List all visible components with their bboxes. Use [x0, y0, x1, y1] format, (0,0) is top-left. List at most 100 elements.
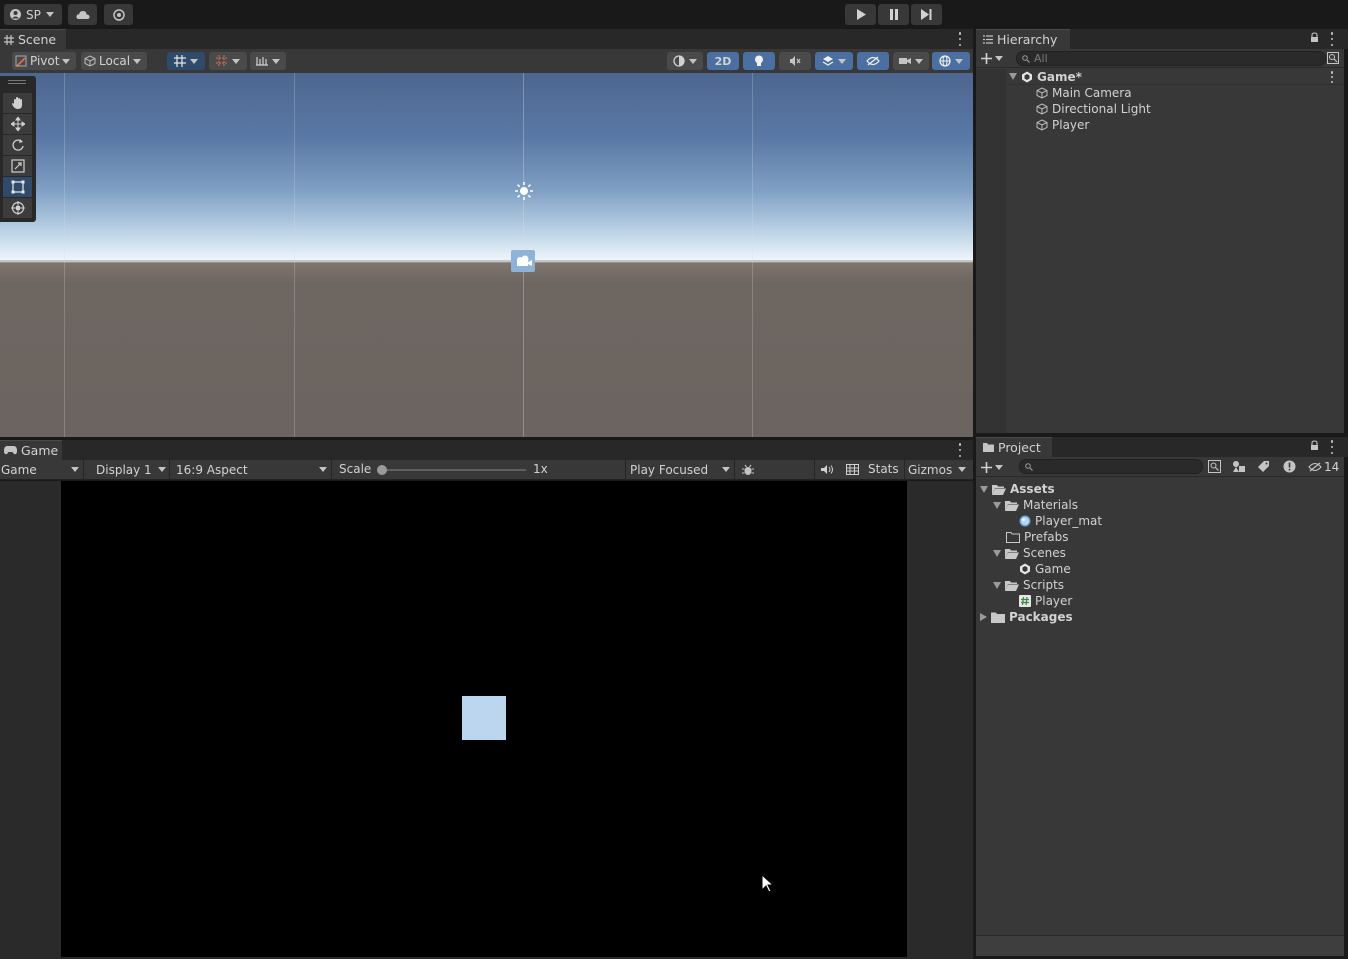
- project-folder-prefabs[interactable]: Prefabs: [1006, 529, 1069, 545]
- game-more-icon[interactable]: [958, 443, 962, 457]
- search-icon: [1025, 462, 1033, 471]
- cloud-button[interactable]: [68, 4, 97, 25]
- hierarchy-item[interactable]: Main Camera: [1036, 85, 1132, 101]
- project-folder-scripts[interactable]: Scripts: [993, 577, 1064, 593]
- scale-tool-button[interactable]: [3, 156, 32, 176]
- effects-dropdown[interactable]: [815, 52, 853, 70]
- keyboard-shortcuts-button[interactable]: [840, 460, 864, 479]
- increment-snap-dropdown[interactable]: [250, 52, 286, 70]
- console-warning-icon[interactable]: [1283, 460, 1296, 473]
- display-select[interactable]: Display 1: [90, 460, 170, 479]
- project-asset-player-script[interactable]: Player: [1019, 593, 1072, 609]
- project-folder-packages[interactable]: Packages: [980, 609, 1073, 625]
- lighting-toggle[interactable]: [743, 52, 775, 70]
- expand-arrow-icon[interactable]: [980, 485, 988, 493]
- project-folder-scenes[interactable]: Scenes: [993, 545, 1066, 561]
- hand-tool-button[interactable]: [3, 93, 32, 113]
- hierarchy-project-splitter[interactable]: [976, 433, 1348, 437]
- project-lock-icon[interactable]: [1310, 440, 1319, 451]
- chevron-down-icon: [158, 467, 166, 472]
- services-button[interactable]: [104, 4, 133, 25]
- search-by-type-icon[interactable]: [1208, 460, 1221, 473]
- pivot-dropdown[interactable]: Pivot: [12, 52, 76, 70]
- rotate-tool-button[interactable]: [3, 135, 32, 155]
- scene-game-splitter[interactable]: [0, 437, 973, 440]
- tab-hierarchy[interactable]: Hierarchy: [976, 29, 1070, 49]
- scale-label: Scale: [339, 462, 372, 476]
- main-toolbar: SP: [0, 0, 1348, 29]
- search-icon: [1022, 54, 1030, 63]
- bug-icon: [742, 464, 754, 476]
- play-mode-select[interactable]: Play Focused: [625, 460, 735, 479]
- step-icon: [921, 9, 932, 20]
- project-folder-assets[interactable]: Assets: [980, 481, 1055, 497]
- scale-slider-thumb[interactable]: [377, 465, 387, 475]
- aspect-select[interactable]: 16:9 Aspect: [172, 460, 332, 479]
- audio-toggle[interactable]: [779, 52, 811, 70]
- overlay-drag-handle-icon[interactable]: [8, 80, 26, 84]
- directional-light-gizmo-icon[interactable]: [514, 181, 534, 201]
- scale-slider-track[interactable]: [382, 469, 526, 471]
- grid-visibility-dropdown[interactable]: [209, 52, 247, 70]
- project-asset-player-mat[interactable]: Player_mat: [1019, 513, 1102, 529]
- game-view-select[interactable]: Game: [0, 460, 84, 479]
- expand-arrow-icon[interactable]: [1009, 73, 1017, 80]
- game-render[interactable]: [61, 481, 907, 957]
- toggle-2d-button[interactable]: 2D: [707, 52, 739, 70]
- shading-mode-dropdown[interactable]: [667, 52, 703, 70]
- gizmos-dropdown[interactable]: Gizmos: [904, 460, 970, 479]
- expand-arrow-icon[interactable]: [993, 549, 1001, 557]
- frame-debugger-button[interactable]: [736, 460, 760, 479]
- scene-more-icon[interactable]: [958, 32, 962, 46]
- transform-tool-button[interactable]: [3, 198, 32, 218]
- account-dropdown[interactable]: SP: [4, 4, 62, 25]
- scene-row-more-icon[interactable]: [1330, 71, 1334, 83]
- step-button[interactable]: [911, 4, 942, 25]
- mute-audio-button[interactable]: [814, 460, 838, 479]
- scene-viewport[interactable]: [0, 73, 973, 437]
- pause-button[interactable]: [878, 4, 909, 25]
- hierarchy-lock-icon[interactable]: [1310, 32, 1319, 43]
- game-tabbar: Game: [0, 440, 973, 460]
- scene-visibility-toggle[interactable]: [857, 52, 889, 70]
- chevron-down-icon: [190, 58, 198, 64]
- expand-arrow-icon[interactable]: [993, 581, 1001, 589]
- tab-scene[interactable]: Scene: [0, 29, 66, 49]
- move-tool-button[interactable]: [3, 114, 32, 134]
- camera-gizmo-icon[interactable]: [511, 250, 535, 272]
- filter-by-label-icon[interactable]: [1257, 460, 1270, 473]
- hierarchy-create-dropdown[interactable]: [981, 50, 1009, 66]
- hidden-packages-toggle[interactable]: 14: [1308, 458, 1342, 475]
- expand-arrow-icon[interactable]: [980, 613, 987, 621]
- stats-toggle[interactable]: Stats: [868, 462, 899, 476]
- gizmos-scene-dropdown[interactable]: [932, 52, 970, 70]
- grid-snap-dropdown[interactable]: [167, 52, 205, 70]
- hierarchy-search-input[interactable]: All: [1016, 51, 1326, 66]
- project-folder-materials[interactable]: Materials: [993, 497, 1078, 513]
- filter-by-type-icon[interactable]: [1232, 460, 1246, 473]
- chevron-down-icon: [62, 58, 71, 64]
- play-button[interactable]: [845, 4, 876, 25]
- project-footer-bar: [976, 935, 1344, 956]
- hierarchy-item[interactable]: Directional Light: [1036, 101, 1151, 117]
- hierarchy-search-options-icon[interactable]: [1327, 52, 1339, 64]
- project-asset-game-scene[interactable]: Game: [1019, 561, 1071, 577]
- hierarchy-gutter: [976, 69, 1006, 433]
- hierarchy-more-icon[interactable]: [1330, 32, 1334, 46]
- project-more-icon[interactable]: [1330, 440, 1334, 454]
- project-search-input[interactable]: [1019, 459, 1203, 474]
- tab-project[interactable]: Project: [976, 437, 1052, 457]
- vertical-splitter[interactable]: [973, 29, 976, 959]
- project-create-dropdown[interactable]: [981, 459, 1009, 475]
- hand-icon: [11, 96, 25, 110]
- grid-hash-icon: [4, 34, 14, 45]
- game-view-area: [0, 481, 973, 959]
- hierarchy-item[interactable]: Player: [1036, 117, 1089, 133]
- hierarchy-scene-row[interactable]: Game*: [1009, 69, 1344, 85]
- rect-tool-button[interactable]: [3, 177, 32, 197]
- game-toolbar: Game Display 1 16:9 Aspect Scale 1x Play…: [0, 460, 973, 480]
- expand-arrow-icon[interactable]: [993, 501, 1001, 509]
- tab-game[interactable]: Game: [0, 440, 62, 460]
- local-dropdown[interactable]: Local: [81, 52, 147, 70]
- camera-dropdown[interactable]: [893, 52, 929, 70]
